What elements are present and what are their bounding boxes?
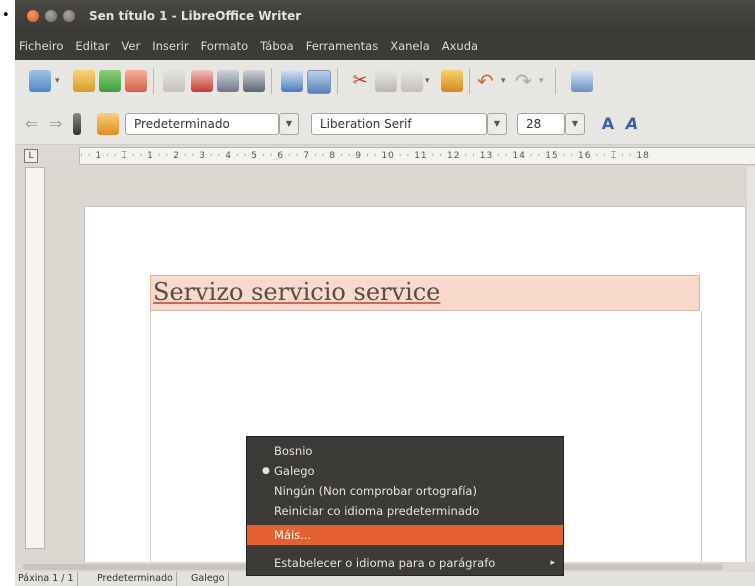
menu-item-label: Ningún (Non comprobar ortografía) (274, 484, 477, 498)
paste-icon[interactable] (401, 70, 423, 92)
toolbar-separator (469, 68, 470, 94)
menu-ferramentas[interactable]: Ferramentas (306, 39, 378, 53)
menu-inserir[interactable]: Inserir (152, 39, 188, 53)
menu-item-bosnio[interactable]: Bosnio (247, 441, 563, 461)
redo-icon: ↷ (515, 69, 532, 93)
selected-radio-bullet-icon: ● (262, 466, 270, 476)
page-indicator: Páxina 1 / 1 (15, 572, 78, 586)
menu-ver[interactable]: Ver (121, 39, 140, 53)
hyperlink-icon[interactable] (571, 70, 593, 92)
menu-item-more[interactable]: Máis... (247, 525, 563, 545)
menu-axuda[interactable]: Axuda (442, 39, 478, 53)
export-pdf-icon[interactable] (191, 70, 213, 92)
toolbar-handle-icon (73, 113, 81, 135)
menu-item-reset-default-language[interactable]: Reiniciar co idioma predeterminado (247, 501, 563, 521)
print-icon[interactable] (217, 70, 239, 92)
language-context-menu: Bosnio ● Galego Ningún (Non comprobar or… (246, 436, 564, 576)
paste-dropdown-chevron-icon[interactable]: ▾ (425, 70, 433, 92)
horizontal-ruler-row: L · · 1 · · ⌶ · · 1 · · 2 · · 3 · · 4 · … (15, 145, 755, 167)
autospellcheck-icon[interactable] (307, 70, 331, 94)
maximize-window-button[interactable] (63, 10, 75, 22)
vertical-ruler[interactable] (25, 167, 45, 549)
tab-stop-type-icon[interactable]: L (24, 149, 38, 163)
cut-icon[interactable]: ✂ (349, 70, 371, 92)
undo-dropdown-chevron-icon[interactable]: ▾ (501, 70, 509, 92)
copy-icon[interactable] (375, 70, 397, 92)
redo-dropdown-chevron-icon: ▾ (539, 76, 544, 86)
horizontal-ruler[interactable]: · · 1 · · ⌶ · · 1 · · 2 · · 3 · · 4 · · … (79, 147, 755, 165)
back-arrow-icon: ⇐ (25, 114, 39, 133)
document-text[interactable]: Servizo servicio service (153, 278, 440, 306)
standard-toolbar: ▾ ✂ ▾ ↶ ▾ ↷ ▾ (15, 60, 755, 105)
close-window-button[interactable] (27, 10, 39, 22)
menu-item-label: Máis... (274, 528, 312, 542)
page-style-indicator[interactable]: Predeterminado (94, 572, 177, 586)
menu-editar[interactable]: Editar (75, 39, 109, 53)
menu-item-label: Bosnio (274, 444, 313, 458)
menu-item-label: Estabelecer o idioma para o parágrafo (274, 556, 496, 570)
menu-item-label: Galego (274, 464, 315, 478)
font-size-dropdown-chevron-icon[interactable]: ▼ (565, 113, 585, 135)
styles-formatting-icon[interactable] (97, 113, 119, 135)
edit-mode-icon[interactable] (163, 70, 185, 92)
new-document-icon[interactable] (29, 70, 51, 92)
menu-item-no-spellcheck[interactable]: Ningún (Non comprobar ortografía) (247, 481, 563, 501)
menu-item-galego[interactable]: ● Galego (247, 461, 563, 481)
clone-formatting-icon[interactable] (441, 70, 463, 92)
title-bar: Sen título 1 - LibreOffice Writer (15, 0, 755, 32)
forward-arrow-icon: ⇒ (49, 114, 63, 133)
toolbar-separator (555, 68, 556, 94)
minimize-window-button[interactable] (45, 10, 57, 22)
save-icon[interactable] (99, 70, 121, 92)
toolbar-separator (271, 68, 272, 94)
selected-text-highlight[interactable]: Servizo servicio service (150, 275, 700, 311)
bold-icon[interactable]: A (597, 113, 619, 135)
spellcheck-icon[interactable] (281, 70, 303, 92)
font-name-combo[interactable]: Liberation Serif (311, 113, 487, 135)
vertical-scrollbar[interactable] (747, 167, 755, 562)
menu-ficheiro[interactable]: Ficheiro (19, 39, 63, 53)
toolbar-separator (153, 68, 154, 94)
menu-taboa[interactable]: Táboa (260, 39, 294, 53)
font-size-combo[interactable]: 28 (517, 113, 565, 135)
print-preview-icon[interactable] (243, 70, 265, 92)
italic-icon[interactable]: A (621, 113, 643, 135)
menu-xanela[interactable]: Xanela (390, 39, 430, 53)
new-dropdown-chevron-icon[interactable]: ▾ (55, 70, 63, 92)
menu-item-set-paragraph-language[interactable]: Estabelecer o idioma para o parágrafo ▸ (247, 553, 563, 573)
list-bullet: • (2, 8, 10, 23)
menu-item-label: Reiniciar co idioma predeterminado (274, 504, 480, 518)
menu-bar: Ficheiro Editar Ver Inserir Formato Tábo… (15, 32, 755, 60)
window-title: Sen título 1 - LibreOffice Writer (89, 9, 302, 23)
undo-icon[interactable]: ↶ (477, 70, 499, 92)
menu-formato[interactable]: Formato (201, 39, 249, 53)
formatting-toolbar: ⇐ ⇒ Predeterminado ▼ Liberation Serif ▼ … (15, 104, 755, 145)
font-name-dropdown-chevron-icon[interactable]: ▼ (487, 113, 507, 135)
toolbar-separator (337, 68, 338, 94)
language-indicator[interactable]: Galego (188, 572, 229, 586)
open-folder-icon[interactable] (73, 70, 95, 92)
paragraph-style-combo[interactable]: Predeterminado (125, 113, 279, 135)
submenu-arrow-icon: ▸ (550, 558, 555, 568)
email-document-icon[interactable] (125, 70, 147, 92)
paragraph-style-dropdown-chevron-icon[interactable]: ▼ (279, 113, 299, 135)
